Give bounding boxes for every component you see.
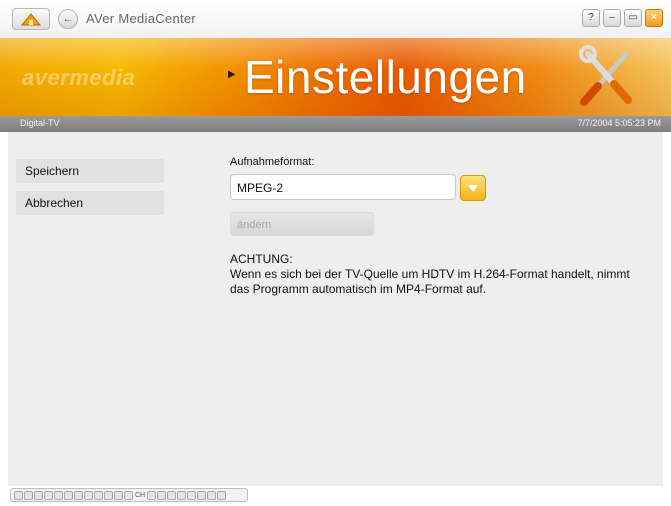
control-key[interactable]: [114, 490, 123, 500]
source-label: Digital-TV: [20, 118, 60, 128]
control-key[interactable]: [34, 490, 43, 500]
format-dropdown-button[interactable]: [460, 175, 486, 201]
help-button[interactable]: ?: [582, 9, 600, 27]
change-button[interactable]: ändern: [230, 212, 374, 236]
notice-title: ACHTUNG:: [230, 252, 293, 266]
restore-button[interactable]: ▭: [624, 9, 642, 27]
header-banner: avermedia ▶ Einstellungen: [0, 38, 671, 116]
minimize-icon: –: [609, 12, 615, 23]
control-key[interactable]: [74, 490, 83, 500]
datetime-label: 7/7/2004 5:05:23 PM: [577, 118, 661, 128]
format-select[interactable]: MPEG-2: [230, 174, 456, 200]
minimize-button[interactable]: –: [603, 9, 621, 27]
dropdown-arrow-icon: [468, 184, 478, 192]
notice-text: Wenn es sich bei der TV-Quelle um HDTV i…: [230, 267, 630, 296]
control-key[interactable]: [94, 490, 103, 500]
window-controls: ? – ▭ ×: [582, 9, 663, 27]
format-label: Aufnahmeformat:: [230, 156, 315, 168]
channel-down-key[interactable]: [157, 490, 167, 500]
back-button[interactable]: ←: [58, 9, 78, 29]
brand-logo: avermedia: [22, 65, 136, 90]
control-key[interactable]: [177, 490, 187, 500]
app-title: AVer MediaCenter: [86, 11, 197, 26]
control-key[interactable]: [217, 490, 227, 500]
close-icon: ×: [651, 12, 657, 23]
settings-panel: Speichern Abbrechen Aufnahmeformat: MPEG…: [8, 132, 663, 486]
control-key[interactable]: [64, 490, 73, 500]
control-key[interactable]: [84, 490, 93, 500]
channel-up-key[interactable]: [147, 490, 157, 500]
control-key[interactable]: [167, 490, 177, 500]
channel-label: CH: [135, 491, 146, 499]
control-key[interactable]: [24, 490, 33, 500]
back-arrow-icon: ←: [62, 13, 74, 25]
control-key[interactable]: [197, 490, 207, 500]
close-button[interactable]: ×: [645, 9, 663, 27]
page-title: Einstellungen: [244, 51, 527, 103]
home-icon: [20, 13, 42, 26]
help-icon: ?: [588, 12, 594, 23]
control-key[interactable]: [207, 490, 217, 500]
control-key[interactable]: [104, 490, 113, 500]
cancel-button[interactable]: Abbrechen: [16, 191, 164, 215]
control-key[interactable]: [54, 490, 63, 500]
control-key[interactable]: [14, 490, 23, 500]
section-marker-icon: ▶: [228, 69, 236, 80]
control-key[interactable]: [124, 490, 133, 500]
status-bar: Digital-TV 7/7/2004 5:05:23 PM: [0, 116, 671, 132]
save-button[interactable]: Speichern: [16, 159, 164, 183]
control-key[interactable]: [44, 490, 53, 500]
restore-icon: ▭: [628, 12, 638, 23]
control-key[interactable]: [187, 490, 197, 500]
home-button[interactable]: [12, 8, 50, 30]
remote-control-bar: CH: [10, 488, 248, 502]
title-bar: ← AVer MediaCenter ? – ▭ ×: [0, 0, 671, 38]
tools-icon: [579, 45, 632, 106]
